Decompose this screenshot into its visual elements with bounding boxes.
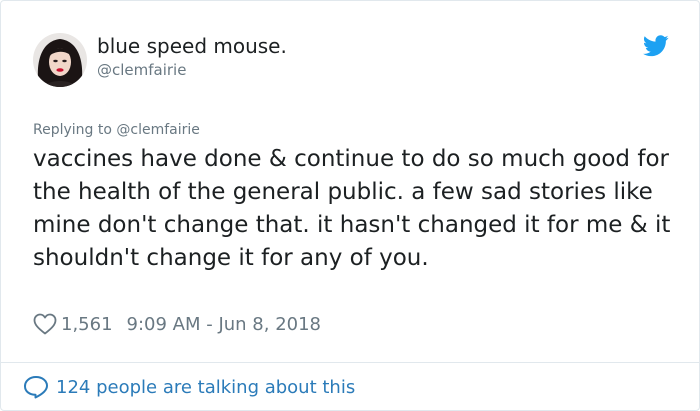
profile-photo-image [33,33,87,87]
user-handle[interactable]: @clemfairie [97,60,186,80]
tweet-card: blue speed mouse. @clemfairie Replying t… [0,0,700,411]
replying-to[interactable]: Replying to @clemfairie [33,120,200,140]
talking-about-link[interactable]: 124 people are talking about this [23,373,355,401]
tweet-meta: 1,561 9:09 AM - Jun 8, 2018 [33,311,321,337]
speech-bubble-icon [24,376,48,399]
display-name[interactable]: blue speed mouse. [97,33,287,59]
twitter-bird-icon[interactable] [643,35,669,57]
like-count[interactable]: 1,561 [61,314,113,335]
divider [1,362,699,363]
heart-icon[interactable] [33,313,57,335]
timestamp[interactable]: 9:09 AM - Jun 8, 2018 [127,314,321,335]
avatar[interactable] [33,33,87,87]
tweet-text: vaccines have done & continue to do so m… [33,146,671,271]
talking-about-text: 124 people are talking about this [56,376,356,398]
